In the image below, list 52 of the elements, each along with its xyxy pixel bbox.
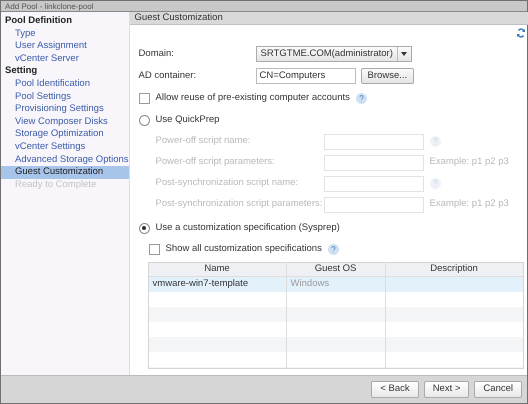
- sidebar-item[interactable]: vCenter Server: [1, 52, 129, 66]
- text-field[interactable]: [324, 196, 424, 212]
- text-field[interactable]: [324, 154, 424, 170]
- column-header[interactable]: Name: [148, 263, 286, 276]
- dialog-button[interactable]: Cancel: [474, 381, 522, 398]
- field-label: Post-synchronization script parameters:: [156, 197, 324, 212]
- checkbox[interactable]: [138, 92, 150, 104]
- caret-icon: [401, 52, 408, 56]
- checkbox-label: Show all customization specifications: [166, 242, 322, 256]
- column-header[interactable]: Description: [384, 263, 523, 276]
- domain-dropdown[interactable]: SRTGTME.COM(administrator): [256, 46, 412, 62]
- text-field[interactable]: [324, 134, 424, 150]
- text-field[interactable]: [324, 176, 424, 192]
- ad-container-field[interactable]: CN=Computers: [256, 68, 356, 84]
- column-header[interactable]: Guest OS: [286, 263, 385, 276]
- example-hint: Example: p1 p2 p3: [430, 197, 509, 212]
- help-icon[interactable]: [356, 92, 367, 104]
- sidebar-item[interactable]: Type: [1, 28, 129, 40]
- sidebar-item[interactable]: vCenter Settings: [1, 140, 129, 154]
- browse-button[interactable]: Browse...: [360, 68, 414, 84]
- checkbox-label: Allow reuse of pre-existing computer accounts: [156, 90, 350, 105]
- refresh-icon[interactable]: [516, 28, 526, 38]
- help-icon[interactable]: [430, 178, 441, 189]
- radio-label: Use a customization specification (Sysprep): [156, 220, 340, 235]
- help-icon[interactable]: [430, 136, 441, 147]
- radio-button[interactable]: [138, 114, 150, 126]
- sidebar-item[interactable]: Guest Customization: [1, 166, 129, 179]
- window-title: Add Pool - linkclone-pool: [5, 2, 94, 11]
- sidebar-item[interactable]: Storage Optimization: [1, 128, 129, 141]
- table-row[interactable]: vmware-win7-template Windows: [148, 277, 523, 292]
- field-label: AD container:: [138, 68, 198, 83]
- radio-label: Use QuickPrep: [156, 112, 220, 127]
- field-label: Post-synchronization script name:: [156, 176, 300, 190]
- sidebar-item[interactable]: Provisioning Settings: [1, 103, 129, 116]
- help-icon[interactable]: [328, 244, 339, 254]
- sidebar-item[interactable]: User Assignment: [1, 40, 129, 53]
- sidebar-section-title: Pool Definition: [4, 15, 74, 28]
- radio-button[interactable]: [138, 222, 150, 234]
- field-label: Domain:: [138, 46, 175, 61]
- dialog-button[interactable]: Next >: [424, 381, 470, 398]
- example-hint: Example: p1 p2 p3: [430, 155, 509, 170]
- sidebar-item[interactable]: View Composer Disks: [1, 116, 129, 128]
- checkbox[interactable]: [148, 244, 160, 254]
- sidebar-item[interactable]: Advanced Storage Options: [1, 154, 129, 166]
- sidebar-section-title: Setting: [4, 65, 38, 78]
- dialog-button[interactable]: < Back: [371, 381, 419, 398]
- field-label: Power-off script name:: [156, 134, 252, 148]
- panel-title: Guest Customization: [134, 10, 223, 25]
- sidebar-item[interactable]: Pool Identification: [1, 78, 129, 91]
- table-cell-text: vmware-win7-template: [152, 277, 250, 292]
- field-label: Power-off script parameters:: [156, 155, 276, 170]
- sidebar-item[interactable]: Pool Settings: [1, 90, 129, 104]
